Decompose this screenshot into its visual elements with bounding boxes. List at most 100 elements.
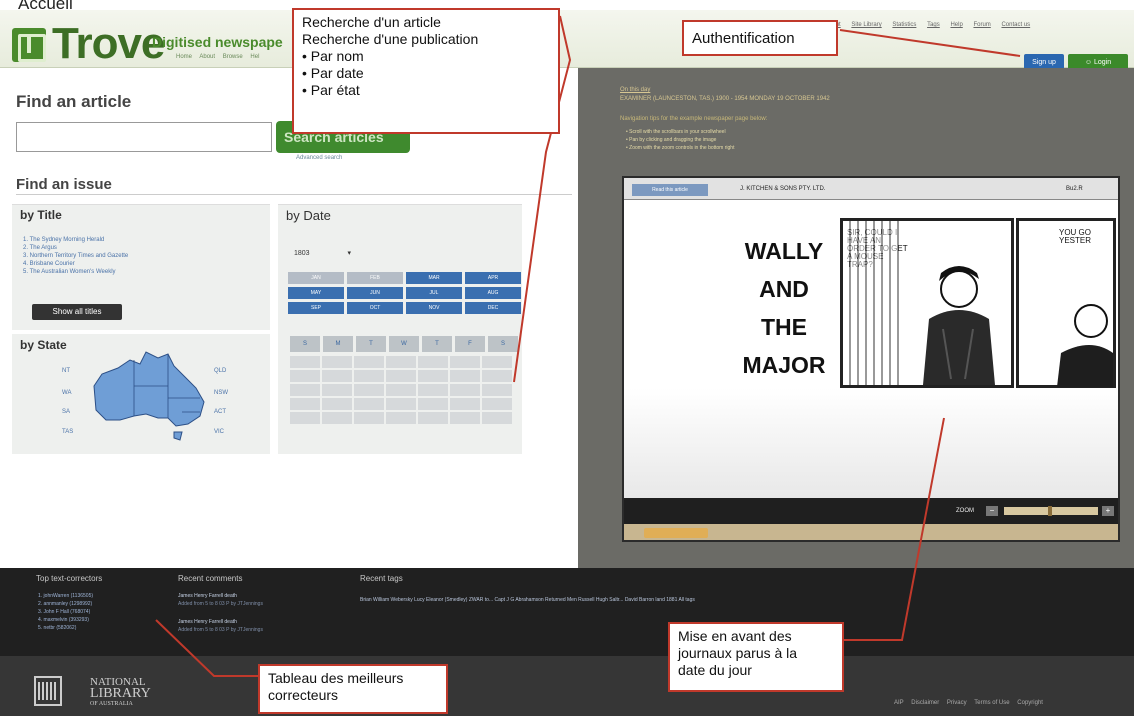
calendar-day-cell[interactable] bbox=[386, 384, 416, 396]
calendar-day-cell[interactable] bbox=[354, 370, 384, 382]
footer-link-terms[interactable]: Terms of Use bbox=[974, 700, 1009, 706]
corrector-item[interactable]: 2. annmanley (1298992) bbox=[38, 600, 93, 608]
horizontal-scrollbar[interactable] bbox=[624, 524, 1118, 540]
comment-title[interactable]: James Henry Farrell death bbox=[178, 592, 263, 600]
calendar-day-cell[interactable] bbox=[290, 384, 320, 396]
calendar-day-cell[interactable] bbox=[418, 370, 448, 382]
calendar-day-cell[interactable] bbox=[290, 412, 320, 424]
calendar-day-cell[interactable] bbox=[322, 412, 352, 424]
nla-logo-icon[interactable] bbox=[34, 676, 62, 706]
month-button[interactable]: FEB bbox=[347, 272, 403, 284]
topnav-tags[interactable]: Tags bbox=[927, 22, 940, 28]
footer-link-disclaimer[interactable]: Disclaimer bbox=[911, 700, 939, 706]
scrollbar-thumb[interactable] bbox=[644, 528, 708, 538]
recent-tags-list[interactable]: Brian William Webersky Lucy Eleanor (Sme… bbox=[360, 596, 695, 604]
subnav-about[interactable]: About bbox=[199, 54, 215, 60]
zoom-slider-handle[interactable] bbox=[1048, 506, 1052, 516]
state-link-tas[interactable]: TAS bbox=[62, 429, 73, 435]
corrector-item[interactable]: 5. netbr (582062) bbox=[38, 624, 93, 632]
state-link-nt[interactable]: NT bbox=[62, 368, 70, 374]
calendar-day-cell[interactable] bbox=[450, 412, 480, 424]
topnav-help[interactable]: Help bbox=[950, 22, 962, 28]
calendar-day-cell[interactable] bbox=[482, 356, 512, 368]
calendar-day-cell[interactable] bbox=[482, 370, 512, 382]
subnav-browse[interactable]: Browse bbox=[223, 54, 243, 60]
calendar-day-cell[interactable] bbox=[418, 384, 448, 396]
australia-map-icon[interactable] bbox=[88, 346, 210, 442]
title-item[interactable]: 2. The Argus bbox=[23, 244, 128, 252]
state-link-nsw[interactable]: NSW bbox=[214, 390, 228, 396]
paper-info[interactable]: EXAMINER (LAUNCESTON, TAS.) 1900 - 1954 … bbox=[620, 95, 830, 104]
calendar-day-cell[interactable] bbox=[450, 398, 480, 410]
calendar-day-cell[interactable] bbox=[322, 384, 352, 396]
calendar-day-cell[interactable] bbox=[290, 398, 320, 410]
calendar-day-cell[interactable] bbox=[354, 398, 384, 410]
trove-logo-text[interactable]: Trove bbox=[52, 22, 165, 66]
zoom-in-button[interactable]: + bbox=[1102, 506, 1114, 516]
newspaper-viewer[interactable]: Read this article J. KITCHEN & SONS PTY.… bbox=[622, 176, 1120, 542]
trove-logo-icon[interactable] bbox=[12, 28, 46, 62]
calendar-day-cell[interactable] bbox=[354, 384, 384, 396]
title-item[interactable]: 1. The Sydney Morning Herald bbox=[23, 236, 128, 244]
calendar-day-cell[interactable] bbox=[290, 370, 320, 382]
calendar-day-cell[interactable] bbox=[482, 412, 512, 424]
topnav-forum[interactable]: Forum bbox=[973, 22, 990, 28]
advanced-search-link[interactable]: Advanced search bbox=[296, 155, 342, 161]
calendar-day-cell[interactable] bbox=[450, 384, 480, 396]
title-item[interactable]: 5. The Australian Women's Weekly bbox=[23, 268, 128, 276]
corrector-item[interactable]: 4. maxmelvin (393293) bbox=[38, 616, 93, 624]
month-button[interactable]: JUN bbox=[347, 287, 403, 299]
calendar-day-cell[interactable] bbox=[322, 370, 352, 382]
year-select[interactable]: 1803 ▾ bbox=[288, 246, 370, 262]
month-button[interactable]: MAY bbox=[288, 287, 344, 299]
corrector-item[interactable]: 1. johnWarren (1136505) bbox=[38, 592, 93, 600]
calendar-day-cell[interactable] bbox=[322, 356, 352, 368]
calendar-day-cell[interactable] bbox=[482, 398, 512, 410]
calendar-day-cell[interactable] bbox=[386, 412, 416, 424]
month-button[interactable]: JAN bbox=[288, 272, 344, 284]
calendar-day-cell[interactable] bbox=[418, 356, 448, 368]
calendar-day-cell[interactable] bbox=[322, 398, 352, 410]
month-button[interactable]: AUG bbox=[465, 287, 521, 299]
calendar-day-cell[interactable] bbox=[386, 398, 416, 410]
month-button[interactable]: MAR bbox=[406, 272, 462, 284]
calendar-day-cell[interactable] bbox=[290, 356, 320, 368]
calendar-day-cell[interactable] bbox=[418, 398, 448, 410]
topnav-contact[interactable]: Contact us bbox=[1001, 22, 1030, 28]
nla-name[interactable]: NATIONAL LIBRARY OF AUSTRALIA bbox=[90, 677, 151, 710]
subnav-help[interactable]: Hel bbox=[250, 54, 259, 60]
calendar-day-cell[interactable] bbox=[450, 356, 480, 368]
title-item[interactable]: 3. Northern Territory Times and Gazette bbox=[23, 252, 128, 260]
state-link-wa[interactable]: WA bbox=[62, 390, 71, 396]
month-button[interactable]: APR bbox=[465, 272, 521, 284]
footer-link-copyright[interactable]: Copyright bbox=[1017, 700, 1043, 706]
topnav-site-library[interactable]: Site Library bbox=[851, 22, 881, 28]
show-all-titles-button[interactable]: Show all titles bbox=[32, 304, 122, 320]
state-link-qld[interactable]: QLD bbox=[214, 368, 226, 374]
calendar-day-cell[interactable] bbox=[418, 412, 448, 424]
title-item[interactable]: 4. Brisbane Courier bbox=[23, 260, 128, 268]
footer-link-privacy[interactable]: Privacy bbox=[947, 700, 967, 706]
month-button[interactable]: DEC bbox=[465, 302, 521, 314]
month-button[interactable]: SEP bbox=[288, 302, 344, 314]
topnav-statistics[interactable]: Statistics bbox=[892, 22, 916, 28]
state-link-sa[interactable]: SA bbox=[62, 409, 70, 415]
read-article-button[interactable]: Read this article bbox=[632, 184, 708, 196]
zoom-out-button[interactable]: − bbox=[986, 506, 998, 516]
month-button[interactable]: OCT bbox=[347, 302, 403, 314]
calendar-day-cell[interactable] bbox=[354, 412, 384, 424]
corrector-item[interactable]: 3. John F Hall (768074) bbox=[38, 608, 93, 616]
zoom-slider[interactable] bbox=[1004, 506, 1098, 516]
month-button[interactable]: JUL bbox=[406, 287, 462, 299]
state-link-act[interactable]: ACT bbox=[214, 409, 226, 415]
calendar-day-cell[interactable] bbox=[450, 370, 480, 382]
article-search-input[interactable] bbox=[16, 122, 272, 152]
month-button[interactable]: NOV bbox=[406, 302, 462, 314]
calendar-day-cell[interactable] bbox=[354, 356, 384, 368]
calendar-day-cell[interactable] bbox=[386, 370, 416, 382]
comment-title[interactable]: James Henry Farrell death bbox=[178, 618, 263, 626]
state-link-vic[interactable]: VIC bbox=[214, 429, 224, 435]
footer-link-aip[interactable]: AIP bbox=[894, 700, 904, 706]
calendar-day-cell[interactable] bbox=[482, 384, 512, 396]
calendar-day-cell[interactable] bbox=[386, 356, 416, 368]
